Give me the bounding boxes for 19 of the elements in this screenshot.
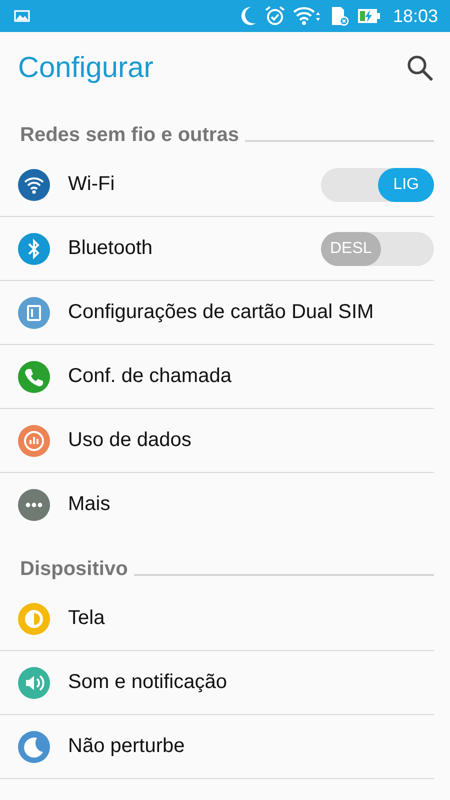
- setting-label[interactable]: Tela: [68, 607, 434, 630]
- page-title: Configurar: [18, 52, 154, 84]
- setting-label[interactable]: Wi-Fi: [68, 173, 321, 196]
- search-icon[interactable]: [406, 54, 434, 82]
- setting-label[interactable]: Uso de dados: [68, 429, 434, 452]
- moon-icon: [238, 6, 257, 26]
- wifi-icon: [292, 6, 321, 26]
- section-header: Redes sem fio e outras: [20, 124, 239, 147]
- setting-label[interactable]: Som e notificação: [68, 671, 434, 694]
- image-icon: [14, 10, 30, 22]
- setting-label[interactable]: Conf. de chamada: [68, 365, 434, 388]
- clock: 18:03: [392, 6, 438, 26]
- setting-label[interactable]: Configurações de cartão Dual SIM: [68, 301, 434, 324]
- section-header: Dispositivo: [20, 558, 128, 581]
- battery-icon: [356, 7, 381, 25]
- setting-label[interactable]: Mais: [68, 493, 434, 516]
- alarm-icon: [264, 6, 285, 26]
- setting-label[interactable]: Não perturbe: [68, 735, 434, 758]
- setting-label[interactable]: Bluetooth: [68, 237, 321, 260]
